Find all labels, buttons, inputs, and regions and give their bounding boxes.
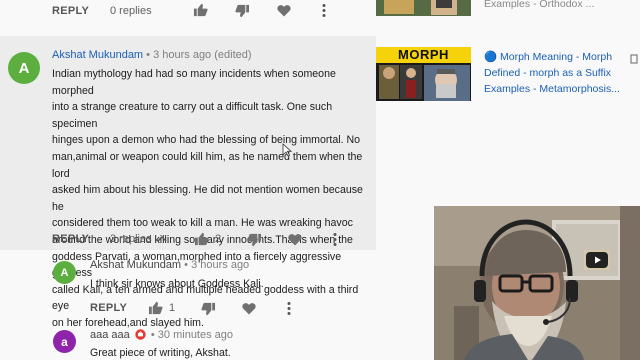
comment-timestamp[interactable]: • 30 minutes ago	[151, 329, 233, 341]
more-options-icon[interactable]	[630, 53, 638, 65]
chevron-up-icon[interactable]	[157, 235, 167, 242]
title-line: Examples - Metamorphosis...	[484, 83, 620, 95]
reply-button[interactable]: REPLY	[90, 302, 127, 314]
thumbnail-text: MORPH	[398, 47, 449, 62]
comment-header: Akshat Mukundam • 3 hours ago	[90, 259, 249, 271]
thumbs-down-icon[interactable]	[247, 233, 262, 247]
comment-line: man,animal or weapon could kill him, as …	[52, 150, 363, 180]
comment-header: Akshat Mukundam • 3 hours ago (edited)	[52, 49, 252, 61]
video-thumbnail[interactable]	[376, 0, 471, 16]
title-line: Defined - morph as a Suffix	[484, 67, 612, 79]
comment-timestamp[interactable]: • 3 hours ago	[184, 259, 249, 271]
comments-panel: REPLY 0 replies A Akshat Mukundam • 3 ho…	[0, 0, 376, 360]
heart-icon[interactable]	[277, 4, 291, 17]
thumbs-down-icon[interactable]	[201, 302, 216, 316]
comment-timestamp[interactable]: • 3 hours ago (edited)	[146, 49, 251, 61]
heart-icon[interactable]	[242, 302, 256, 315]
thumbs-up-icon[interactable]	[193, 3, 208, 17]
webcam-overlay	[434, 206, 640, 360]
channel-owner-icon	[135, 329, 146, 340]
youtube-play-icon	[586, 252, 608, 268]
comment-line: hinges upon a demon who had the blessing…	[52, 134, 360, 147]
author-name[interactable]: Akshat Mukundam	[52, 49, 143, 61]
thumbs-up-icon[interactable]	[148, 301, 163, 315]
reply-button[interactable]: REPLY	[52, 5, 89, 17]
more-options-icon[interactable]	[287, 302, 291, 315]
comment-body: I think sir knows about Goddess Kali.	[90, 278, 264, 290]
avatar-letter: A	[60, 266, 69, 279]
avatar[interactable]: A	[8, 52, 40, 84]
more-options-icon[interactable]	[322, 4, 326, 17]
comment-header: aaa aaa • 30 minutes ago	[90, 329, 233, 341]
comment-body: Great piece of writing, Akshat.	[90, 347, 231, 359]
comment-line: considered them too weak to kill a man. …	[52, 217, 353, 230]
reply-button[interactable]: REPLY	[52, 233, 89, 245]
author-name[interactable]: Akshat Mukundam	[90, 259, 181, 271]
author-name[interactable]: aaa aaa	[90, 329, 130, 341]
like-count: 1	[169, 302, 176, 314]
title-line: 🔵 Morph Meaning - Morph	[484, 51, 613, 63]
avatar-letter: a	[61, 334, 68, 349]
like-count: 2	[215, 233, 222, 245]
recommended-video-title[interactable]: Examples - Orthodox ...	[484, 0, 594, 12]
video-thumbnail[interactable]: MORPH	[376, 47, 471, 101]
more-options-icon[interactable]	[333, 233, 337, 246]
heart-icon[interactable]	[288, 233, 302, 246]
thumbs-up-icon[interactable]	[194, 232, 209, 246]
replies-toggle[interactable]: 3 replies	[110, 233, 152, 245]
mouse-cursor-icon	[282, 143, 292, 157]
avatar-letter: A	[18, 59, 30, 77]
comment-line: asked him about his blessing. He did not…	[52, 184, 363, 213]
comment-line: into a strange creature to carry out a d…	[52, 101, 333, 130]
recommended-video-title[interactable]: 🔵 Morph Meaning - Morph Defined - morph …	[484, 49, 632, 97]
avatar[interactable]: A	[53, 261, 76, 284]
replies-toggle[interactable]: 0 replies	[110, 5, 152, 17]
avatar[interactable]: a	[53, 330, 76, 353]
thumbs-down-icon[interactable]	[235, 4, 250, 18]
comment-line: Indian mythology had had so many inciden…	[52, 68, 336, 97]
comment-line: around the world and killing so many inn…	[52, 233, 353, 246]
